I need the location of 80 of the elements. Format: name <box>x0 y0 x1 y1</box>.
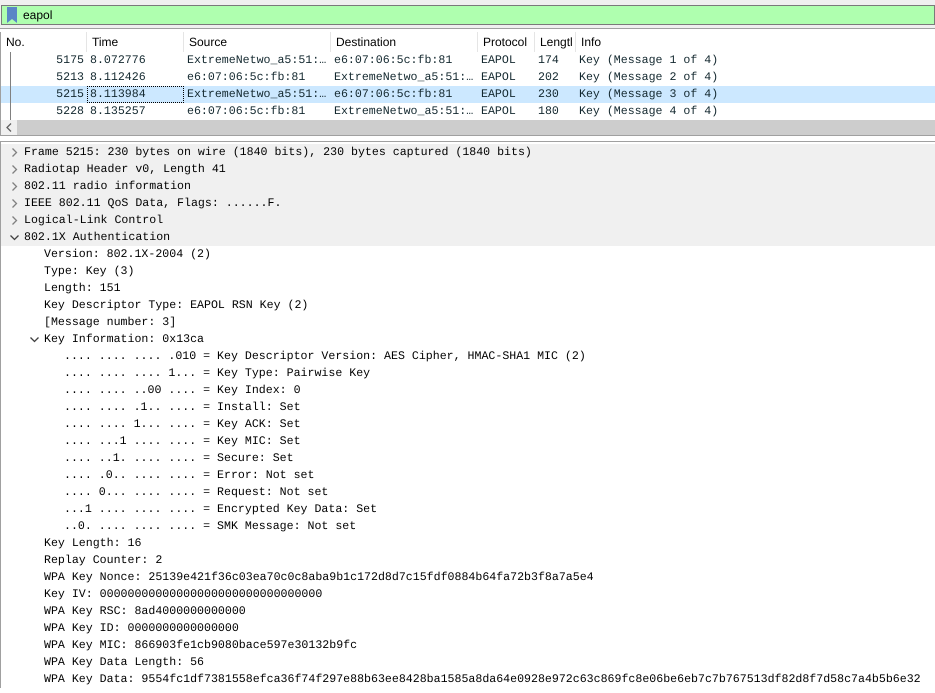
chevron-right-icon[interactable] <box>10 216 18 225</box>
chevron-down-icon[interactable] <box>30 335 38 344</box>
tree-item[interactable]: WPA Key Data Length: 56 <box>44 654 204 671</box>
tree-item[interactable]: .... ..1. .... .... = Secure: Set <box>64 450 294 467</box>
tree-item[interactable]: .... .... 1... .... = Key ACK: Set <box>64 416 301 433</box>
tree-item[interactable]: Replay Counter: 2 <box>44 552 162 569</box>
tree-item[interactable]: Key Information: 0x13ca <box>44 331 204 348</box>
table-cell-text: e6:07:06:5c:fb:81 <box>333 87 454 103</box>
tree-item[interactable]: .... ...1 .... .... = Key MIC: Set <box>64 433 301 450</box>
chevron-right-icon[interactable] <box>10 165 18 174</box>
chevron-right-icon[interactable] <box>10 148 18 157</box>
tree-item[interactable]: Key Length: 16 <box>44 535 142 552</box>
table-cell-text: ExtremeNetwo_a5:51:… <box>333 104 474 120</box>
tree-item[interactable]: .... .... .... .010 = Key Descriptor Version: AES Cipher, HMAC-SHA1 MIC (2) <box>64 348 586 365</box>
table-cell-text: Key (Message 4 of 4) <box>578 104 720 120</box>
tree-item[interactable]: WPA Key ID: 0000000000000000 <box>44 620 239 637</box>
table-cell-text: EAPOL <box>480 53 517 69</box>
table-cell-text: 174 <box>537 53 560 69</box>
table-cell-text: 8.112426 <box>89 70 147 86</box>
table-cell-text: 230 <box>537 87 560 103</box>
packet-row[interactable]: 5215 8.113984 ExtremeNetwo_a5:51:… e6:07:06:5c:fb:81 EAPOL 230 Key (Message 3 of 4) <box>1 86 935 103</box>
tree-item[interactable]: .... .0.. .... .... = Error: Not set <box>64 467 314 484</box>
table-cell-text: EAPOL <box>480 104 517 120</box>
table-cell-text: ExtremeNetwo_a5:51:… <box>186 87 328 103</box>
tree-item[interactable]: .... .... .1.. .... = Install: Set <box>64 399 301 416</box>
packet-row[interactable]: 5228 8.135257 e6:07:06:5c:fb:81 ExtremeNetwo_a5:51:… EAPOL 180 Key (Message 4 of 4) <box>1 103 935 120</box>
table-cell: 8.113984 <box>87 86 184 103</box>
horizontal-scrollbar[interactable] <box>1 120 935 135</box>
tree-item[interactable]: ...1 .... .... .... = Encrypted Key Data: Set <box>64 501 378 518</box>
table-cell-text: 5213 <box>55 70 85 86</box>
table-cell-text: 202 <box>537 70 560 86</box>
tree-item[interactable]: Type: Key (3) <box>44 263 134 280</box>
column-header[interactable]: Destination <box>331 32 478 52</box>
tree-item[interactable]: [Message number: 3] <box>44 314 176 331</box>
table-cell-text: ExtremeNetwo_a5:51:… <box>333 70 474 86</box>
tree-item[interactable]: Key Descriptor Type: EAPOL RSN Key (2) <box>44 297 308 314</box>
tree-item[interactable]: Length: 151 <box>44 280 121 297</box>
tree-item[interactable]: Key IV: 00000000000000000000000000000000 <box>44 586 322 603</box>
tree-item[interactable]: WPA Key Data: 9554fc1df7381558efca36f74f297e88b63ee8428ba1585a8da64e0928e972c63c869fc8e06be6eb7c7b767513df82d8f7d58c7a4b5b6e32 <box>44 671 921 688</box>
tree-item[interactable]: ..0. .... .... .... = SMK Message: Not set <box>64 518 356 535</box>
table-cell-text: Key (Message 1 of 4) <box>578 53 720 69</box>
packet-row[interactable]: 5213 8.112426 e6:07:06:5c:fb:81 ExtremeNetwo_a5:51:… EAPOL 202 Key (Message 2 of 4) <box>1 69 935 86</box>
column-header[interactable]: Protocol <box>478 32 535 52</box>
table-cell-text: e6:07:06:5c:fb:81 <box>186 70 306 86</box>
chevron-left-icon <box>6 123 12 132</box>
table-cell-text: e6:07:06:5c:fb:81 <box>186 104 306 120</box>
table-cell-text: EAPOL <box>480 70 517 86</box>
tree-item[interactable]: WPA Key Nonce: 25139e421f36c03ea70c0c8aba9b1c172d8d7c15fdf0884b64fa72b3f8a7a5e4 <box>44 569 594 586</box>
table-cell-text: 8.072776 <box>89 53 147 69</box>
chevron-right-icon[interactable] <box>10 199 18 208</box>
table-cell-text: e6:07:06:5c:fb:81 <box>333 53 454 69</box>
packet-row[interactable]: 5175 8.072776 ExtremeNetwo_a5:51:… e6:07:06:5c:fb:81 EAPOL 174 Key (Message 1 of 4) <box>1 52 935 69</box>
table-cell-text: 180 <box>537 104 560 120</box>
table-cell-text: 8.135257 <box>89 104 147 120</box>
column-header[interactable]: No. <box>1 32 87 52</box>
tree-item[interactable]: WPA Key MIC: 866903fe1cb9080bace597e30132b9fc <box>44 637 358 654</box>
table-cell-text: ExtremeNetwo_a5:51:… <box>186 53 328 69</box>
chevron-right-icon[interactable] <box>10 182 18 191</box>
tree-item[interactable]: .... .... ..00 .... = Key Index: 0 <box>64 382 301 399</box>
tree-item[interactable]: 802.11 radio information <box>24 178 191 195</box>
column-header[interactable]: Info <box>576 32 935 52</box>
table-cell-text: 5175 <box>55 53 85 69</box>
table-cell-text: Key (Message 2 of 4) <box>578 70 720 86</box>
table-cell-text: 5215 <box>55 87 85 103</box>
table-cell-text: EAPOL <box>480 87 517 103</box>
chevron-down-icon[interactable] <box>10 233 18 242</box>
scroll-left-button[interactable] <box>1 120 17 135</box>
table-cell-text: 5228 <box>55 104 85 120</box>
column-header[interactable]: Lengtl <box>535 32 576 52</box>
column-header[interactable]: Source <box>184 32 331 52</box>
column-header[interactable]: Time <box>87 32 184 52</box>
tree-item[interactable]: .... 0... .... .... = Request: Not set <box>64 484 328 501</box>
filter-field[interactable]: eapol <box>1 5 935 25</box>
tree-item[interactable]: Logical-Link Control <box>24 212 164 229</box>
bookmark-icon[interactable] <box>6 7 18 23</box>
tree-item[interactable]: WPA Key RSC: 8ad4000000000000 <box>44 603 246 620</box>
tree-item[interactable]: 802.1X Authentication <box>24 229 170 246</box>
tree-item[interactable]: Version: 802.1X-2004 (2) <box>44 246 211 263</box>
table-cell-text: Key (Message 3 of 4) <box>578 87 720 103</box>
tree-item[interactable]: .... .... .... 1... = Key Type: Pairwise Key <box>64 365 370 382</box>
